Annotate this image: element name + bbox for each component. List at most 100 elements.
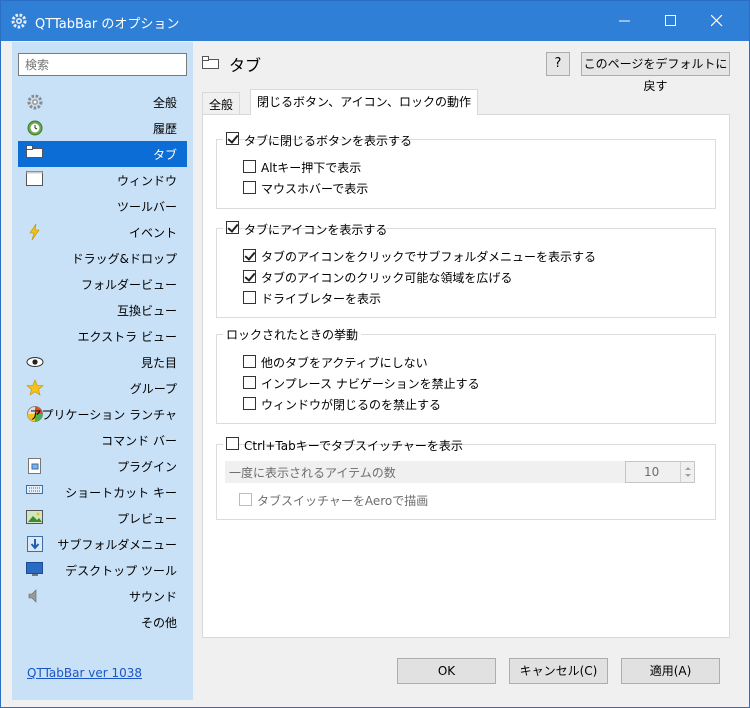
close-button-checkbox[interactable] bbox=[226, 132, 239, 145]
no-inplace-nav-checkbox[interactable] bbox=[243, 376, 256, 389]
sidebar-item-label: サブフォルダメニュー bbox=[57, 538, 177, 552]
sidebar: 全般履歴タブウィンドウツールバーイベントドラッグ&ドロップフォルダービュー互換ビ… bbox=[12, 42, 193, 700]
sidebar-item[interactable]: タブ bbox=[18, 141, 187, 167]
alt-key-label: Altキー押下で表示 bbox=[261, 161, 362, 175]
tab-switcher-checkbox[interactable] bbox=[226, 437, 239, 450]
window-icon bbox=[26, 171, 44, 189]
tab-general[interactable]: 全般 bbox=[202, 92, 241, 114]
drive-letter-label: ドライブレターを表示 bbox=[261, 292, 382, 306]
sidebar-item-label: ウィンドウ bbox=[116, 174, 177, 188]
sidebar-item-label: ドラッグ&ドロップ bbox=[71, 252, 177, 266]
search-input[interactable] bbox=[18, 53, 187, 76]
gear-icon bbox=[10, 12, 28, 30]
eye-icon bbox=[26, 353, 44, 371]
sidebar-item[interactable]: デスクトップ ツール bbox=[18, 557, 187, 583]
sidebar-item-label: フォルダービュー bbox=[80, 278, 177, 292]
sidebar-item-label: コマンド バー bbox=[101, 434, 177, 448]
sidebar-item[interactable]: プラグイン bbox=[18, 453, 187, 479]
sidebar-item[interactable]: アプリケーション ランチャ bbox=[18, 401, 187, 427]
sidebar-item-label: その他 bbox=[140, 616, 177, 630]
close-icon bbox=[711, 15, 723, 27]
sidebar-item[interactable]: ウィンドウ bbox=[18, 167, 187, 193]
no-close-window-checkbox[interactable] bbox=[243, 397, 256, 410]
sidebar-item[interactable]: イベント bbox=[18, 219, 187, 245]
sidebar-item[interactable]: その他 bbox=[18, 609, 187, 635]
sidebar-item-label: プレビュー bbox=[116, 512, 177, 526]
sidebar-item-label: サウンド bbox=[128, 590, 177, 604]
tab-close-icon-lock[interactable]: 閉じるボタン、アイコン、ロックの動作 bbox=[250, 89, 478, 115]
item-count-label: 一度に表示されるアイテムの数 bbox=[229, 466, 396, 480]
no-close-window-label: ウィンドウが閉じるのを禁止する bbox=[261, 398, 442, 412]
sidebar-item[interactable]: ドラッグ&ドロップ bbox=[18, 245, 187, 271]
close-button[interactable] bbox=[694, 1, 740, 41]
sidebar-item-label: デスクトップ ツール bbox=[65, 564, 177, 578]
spinner-arrows-icon[interactable] bbox=[680, 462, 694, 482]
sidebar-item-label: 全般 bbox=[152, 96, 177, 110]
mouse-hover-checkbox[interactable] bbox=[243, 181, 256, 194]
options-window: QTTabBar のオプション 全般履歴タブウィンドウツールバーイベントドラッグ… bbox=[0, 0, 750, 708]
preview-icon bbox=[26, 509, 44, 527]
maximize-icon bbox=[665, 15, 676, 26]
subfolder-icon bbox=[26, 535, 44, 553]
sidebar-item-label: ショートカット キー bbox=[65, 486, 177, 500]
drive-letter-checkbox[interactable] bbox=[243, 291, 256, 304]
history-icon bbox=[26, 119, 44, 137]
alt-key-checkbox[interactable] bbox=[243, 160, 256, 173]
help-button[interactable]: ? bbox=[546, 52, 570, 76]
no-activate-checkbox[interactable] bbox=[243, 355, 256, 368]
sidebar-item-label: 見た目 bbox=[140, 356, 177, 370]
window-title: QTTabBar のオプション bbox=[35, 17, 180, 32]
reset-defaults-button[interactable]: このページをデフォルトに戻す bbox=[581, 52, 730, 93]
keyboard-icon bbox=[26, 483, 44, 501]
icon-wide-area-label: タブのアイコンのクリック可能な領域を広げる bbox=[261, 271, 513, 285]
show-icon-checkbox[interactable] bbox=[226, 221, 239, 234]
lightning-icon bbox=[26, 223, 44, 241]
sidebar-item[interactable]: 見た目 bbox=[18, 349, 187, 375]
sidebar-item[interactable]: グループ bbox=[18, 375, 187, 401]
sidebar-nav: 全般履歴タブウィンドウツールバーイベントドラッグ&ドロップフォルダービュー互換ビ… bbox=[12, 89, 193, 635]
cancel-button[interactable]: キャンセル(C) bbox=[509, 658, 608, 684]
tab-icon bbox=[26, 145, 44, 163]
item-count-spinner[interactable]: 10 bbox=[625, 461, 695, 483]
sidebar-item[interactable]: ツールバー bbox=[18, 193, 187, 219]
version-link[interactable]: QTTabBar ver 1038 bbox=[27, 666, 142, 680]
sidebar-item[interactable]: フォルダービュー bbox=[18, 271, 187, 297]
minimize-icon bbox=[619, 20, 630, 22]
maximize-button[interactable] bbox=[648, 1, 694, 41]
aero-label: タブスイッチャーをAeroで描画 bbox=[257, 494, 429, 508]
sidebar-item-label: ツールバー bbox=[116, 200, 177, 214]
locked-behavior-group: ロックされたときの挙動 他のタブをアクティブにしない インプレース ナビゲーショ… bbox=[216, 326, 716, 424]
sidebar-item-label: プラグイン bbox=[116, 460, 177, 474]
ok-button[interactable]: OK bbox=[397, 658, 496, 684]
tab-switcher-label: Ctrl+Tabキーでタブスイッチャーを表示 bbox=[244, 439, 463, 453]
aero-checkbox[interactable] bbox=[239, 493, 252, 506]
no-inplace-nav-label: インプレース ナビゲーションを禁止する bbox=[261, 377, 480, 391]
tab-panel: タブに閉じるボタンを表示する Altキー押下で表示 マウスホバーで表示 タブにア… bbox=[202, 114, 730, 638]
icon-subfolder-menu-checkbox[interactable] bbox=[243, 249, 256, 262]
sidebar-item[interactable]: エクストラ ビュー bbox=[18, 323, 187, 349]
minimize-button[interactable] bbox=[602, 1, 648, 41]
sidebar-item[interactable]: 全般 bbox=[18, 89, 187, 115]
item-count-row: 一度に表示されるアイテムの数 bbox=[225, 461, 681, 483]
star-icon bbox=[26, 379, 44, 397]
close-button-group: タブに閉じるボタンを表示する Altキー押下で表示 マウスホバーで表示 bbox=[216, 131, 716, 209]
sidebar-item-label: 履歴 bbox=[152, 122, 177, 136]
apply-button[interactable]: 適用(A) bbox=[621, 658, 720, 684]
desktop-icon bbox=[26, 561, 44, 579]
sidebar-item[interactable]: ショートカット キー bbox=[18, 479, 187, 505]
sidebar-item-label: アプリケーション ランチャ bbox=[29, 408, 177, 422]
sidebar-item[interactable]: 履歴 bbox=[18, 115, 187, 141]
sidebar-item[interactable]: 互換ビュー bbox=[18, 297, 187, 323]
sidebar-item[interactable]: コマンド バー bbox=[18, 427, 187, 453]
icon-wide-area-checkbox[interactable] bbox=[243, 270, 256, 283]
sidebar-item[interactable]: サウンド bbox=[18, 583, 187, 609]
sidebar-item[interactable]: サブフォルダメニュー bbox=[18, 531, 187, 557]
gear-icon bbox=[26, 93, 44, 111]
title-bar[interactable]: QTTabBar のオプション bbox=[1, 1, 749, 41]
show-icon-group-label: タブにアイコンを表示する bbox=[244, 223, 388, 237]
sidebar-item[interactable]: プレビュー bbox=[18, 505, 187, 531]
close-button-group-label: タブに閉じるボタンを表示する bbox=[244, 134, 413, 148]
main-panel: タブ ? このページをデフォルトに戻す 全般 閉じるボタン、アイコン、ロックの動… bbox=[193, 42, 749, 700]
locked-behavior-header: ロックされたときの挙動 bbox=[223, 326, 362, 344]
tab-icon bbox=[202, 56, 220, 73]
